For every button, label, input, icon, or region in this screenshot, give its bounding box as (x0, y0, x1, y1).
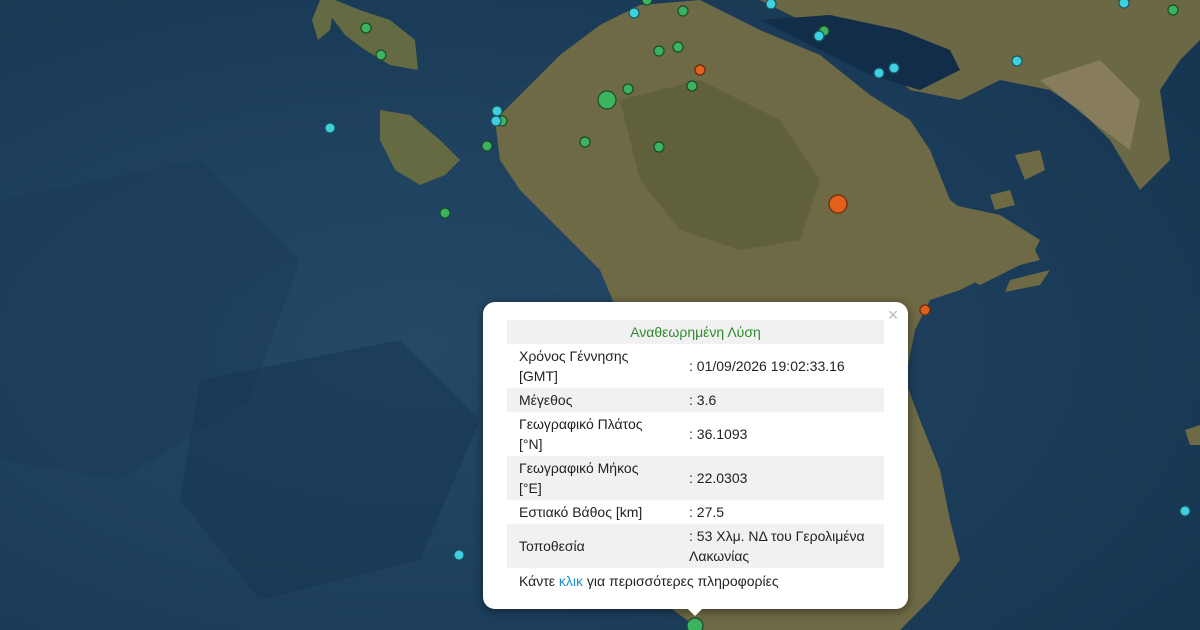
earthquake-marker[interactable] (686, 80, 698, 92)
table-row: Χρόνος Γέννησης [GMT] : 01/09/2026 19:02… (507, 344, 884, 388)
earthquake-marker[interactable] (653, 141, 665, 153)
earthquake-marker[interactable] (491, 105, 503, 117)
earthquake-marker[interactable] (324, 122, 336, 134)
row-label-magnitude: Μέγεθος (519, 392, 573, 408)
earthquake-marker[interactable] (490, 115, 502, 127)
earthquake-marker[interactable] (439, 207, 451, 219)
table-row: Μέγεθος : 3.6 (507, 388, 884, 412)
row-value-latitude: : 36.1093 (689, 426, 748, 442)
popup-content: Αναθεωρημένη Λύση Χρόνος Γέννησης [GMT] … (507, 320, 884, 594)
earthquake-details-table: Χρόνος Γέννησης [GMT] : 01/09/2026 19:02… (507, 344, 884, 568)
earthquake-marker[interactable] (579, 136, 591, 148)
earthquake-marker[interactable] (453, 549, 465, 561)
popup-footer: Κάντε κλικ για περισσότερες πληροφορίες (507, 568, 884, 594)
earthquake-marker[interactable] (677, 5, 689, 17)
earthquake-marker[interactable] (813, 30, 825, 42)
row-label-origin-time: Χρόνος Γέννησης [GMT] (519, 348, 629, 384)
earthquake-marker[interactable] (672, 41, 684, 53)
table-row: Γεωγραφικό Πλάτος [°N] : 36.1093 (507, 412, 884, 456)
popup-pointer (683, 604, 707, 616)
earthquake-marker[interactable] (1011, 55, 1023, 67)
earthquake-marker[interactable] (1118, 0, 1130, 9)
earthquake-marker[interactable] (828, 194, 848, 214)
earthquake-marker[interactable] (360, 22, 372, 34)
row-value-longitude: : 22.0303 (689, 470, 748, 486)
earthquake-marker[interactable] (375, 49, 387, 61)
footer-text-before: Κάντε (519, 573, 559, 589)
earthquake-marker[interactable] (1179, 505, 1191, 517)
row-value-magnitude: : 3.6 (689, 392, 717, 408)
earthquake-marker[interactable] (1167, 4, 1179, 16)
earthquake-marker[interactable] (653, 45, 665, 57)
table-row: Εστιακό Βάθος [km] : 27.5 (507, 500, 884, 524)
earthquake-marker[interactable] (919, 304, 931, 316)
footer-text-after: για περισσότερες πληροφορίες (583, 573, 779, 589)
earthquake-marker[interactable] (481, 140, 493, 152)
earthquake-marker[interactable] (628, 7, 640, 19)
row-value-origin-time: : 01/09/2026 19:02:33.16 (689, 358, 845, 374)
table-row: Γεωγραφικό Μήκος [°E] : 22.0303 (507, 456, 884, 500)
earthquake-info-popup: × Αναθεωρημένη Λύση Χρόνος Γέννησης [GMT… (483, 302, 908, 609)
more-info-link[interactable]: κλικ (559, 573, 583, 589)
row-label-longitude: Γεωγραφικό Μήκος [°E] (519, 460, 639, 496)
earthquake-marker[interactable] (597, 90, 617, 110)
popup-title: Αναθεωρημένη Λύση (507, 320, 884, 344)
earthquake-marker[interactable] (641, 0, 653, 6)
earthquake-marker[interactable] (622, 83, 634, 95)
close-icon[interactable]: × (884, 306, 902, 324)
earthquake-marker[interactable] (765, 0, 777, 10)
row-value-depth: : 27.5 (689, 504, 725, 520)
row-label-depth: Εστιακό Βάθος [km] (519, 504, 643, 520)
row-label-location: Τοποθεσία (519, 538, 585, 554)
row-label-latitude: Γεωγραφικό Πλάτος [°N] (519, 416, 643, 452)
row-value-location: : 53 Χλμ. ΝΔ του Γερολιμένα Λακωνίας (689, 528, 865, 564)
earthquake-marker[interactable] (694, 64, 706, 76)
earthquake-marker[interactable] (888, 62, 900, 74)
table-row: Τοποθεσία : 53 Χλμ. ΝΔ του Γερολιμένα Λα… (507, 524, 884, 568)
earthquake-marker[interactable] (873, 67, 885, 79)
earthquake-marker-selected[interactable] (686, 617, 704, 630)
